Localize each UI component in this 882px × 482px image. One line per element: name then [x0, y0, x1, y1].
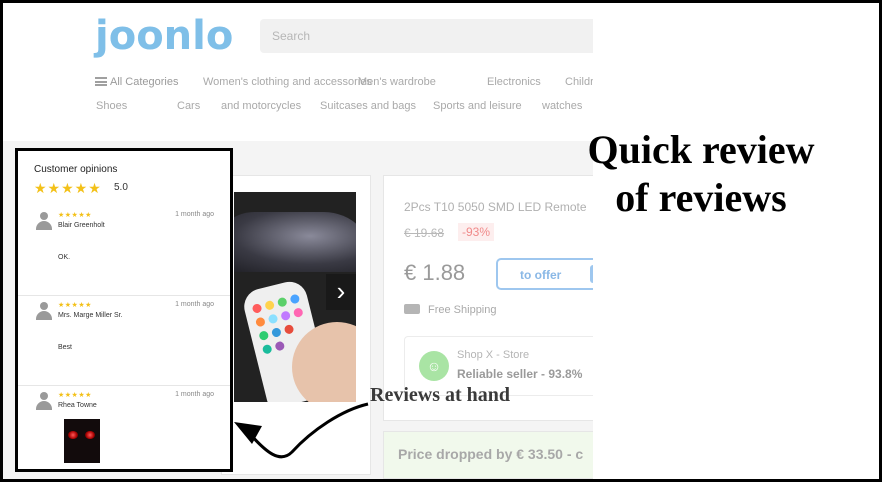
review-photo[interactable] [64, 419, 100, 463]
truck-icon [404, 304, 420, 314]
nav-shoes[interactable]: Shoes [96, 100, 127, 112]
nav-watches[interactable]: watches [542, 100, 582, 112]
nav-suitcases[interactable]: Suitcases and bags [320, 100, 416, 112]
search-input[interactable]: Search [260, 19, 593, 53]
review-stars: ★★★★★ [58, 212, 92, 219]
next-image-arrow-icon[interactable]: › [326, 274, 356, 310]
review-stars: ★★★★★ [58, 302, 92, 309]
nav-all-categories[interactable]: All Categories [95, 76, 178, 88]
review-stars: ★★★★★ [58, 392, 92, 399]
review-date: 1 month ago [175, 391, 214, 398]
nav-cars[interactable]: Cars [177, 100, 200, 112]
car-illustration [234, 212, 356, 272]
product-image[interactable]: › [234, 192, 356, 402]
headline-line-1: Quick review [587, 127, 815, 172]
nav-mens-wardrobe[interactable]: Men's wardrobe [358, 76, 436, 88]
shipping-info: Free Shipping [404, 304, 497, 316]
store-name[interactable]: Shop X - Store [457, 349, 529, 361]
overall-score: 5.0 [114, 182, 128, 193]
price-drop-card: Price dropped by € 33.50 - c [383, 431, 593, 479]
search-placeholder: Search [272, 29, 311, 43]
shipping-label: Free Shipping [428, 304, 497, 316]
review-text: OK. [58, 254, 71, 261]
reviewer-name: Rhea Towne [58, 402, 97, 409]
customer-reviews-panel: Customer opinions ★★★★★ 5.0 ★★★★★ 1 mont… [15, 148, 233, 472]
discount-badge: -93% [458, 223, 495, 241]
reviews-at-hand-label: Reviews at hand [370, 384, 511, 406]
user-avatar-icon [36, 212, 52, 230]
seller-rating: Reliable seller - 93.8% [457, 367, 583, 381]
old-price: € 19.68 [404, 226, 445, 240]
site-header: joonlo Search All Categories Women's clo… [3, 3, 593, 141]
current-price: € 1.88 [404, 260, 466, 285]
curved-arrow-icon [234, 402, 369, 459]
nav-womens-clothing[interactable]: Women's clothing and accessories [203, 76, 372, 88]
nav-electronics[interactable]: Electronics [487, 76, 541, 88]
review-item: ★★★★★ 1 month ago Mrs. Marge Miller Sr. … [18, 296, 230, 386]
reviewer-name: Mrs. Marge Miller Sr. [58, 312, 123, 319]
smile-icon: ☺ [419, 351, 449, 381]
overall-star-rating: ★★★★★ [34, 180, 102, 196]
review-date: 1 month ago [175, 211, 214, 218]
user-avatar-icon [36, 392, 52, 410]
headline: Quick review of reviews [560, 126, 842, 222]
reviewer-name: Blair Greenholt [58, 222, 105, 229]
site-logo[interactable]: joonlo [95, 13, 233, 59]
nav-motorcycles[interactable]: and motorcycles [221, 100, 301, 112]
menu-icon [95, 77, 107, 86]
review-item: ★★★★★ 1 month ago Rhea Towne [18, 386, 230, 469]
reviews-title: Customer opinions [34, 164, 118, 175]
user-avatar-icon [36, 302, 52, 320]
external-link-icon [590, 265, 593, 283]
headline-line-2: of reviews [615, 175, 787, 220]
to-offer-button[interactable]: to offer [496, 258, 593, 290]
to-offer-label: to offer [520, 268, 562, 282]
review-text: Best [58, 344, 73, 351]
nav-sports[interactable]: Sports and leisure [433, 100, 522, 112]
review-date: 1 month ago [175, 301, 214, 308]
price-drop-text: Price dropped by € 33.50 - c [398, 446, 584, 462]
review-item: ★★★★★ 1 month ago Blair Greenholt OK. [18, 206, 230, 296]
nav-children[interactable]: Childr [565, 76, 593, 88]
